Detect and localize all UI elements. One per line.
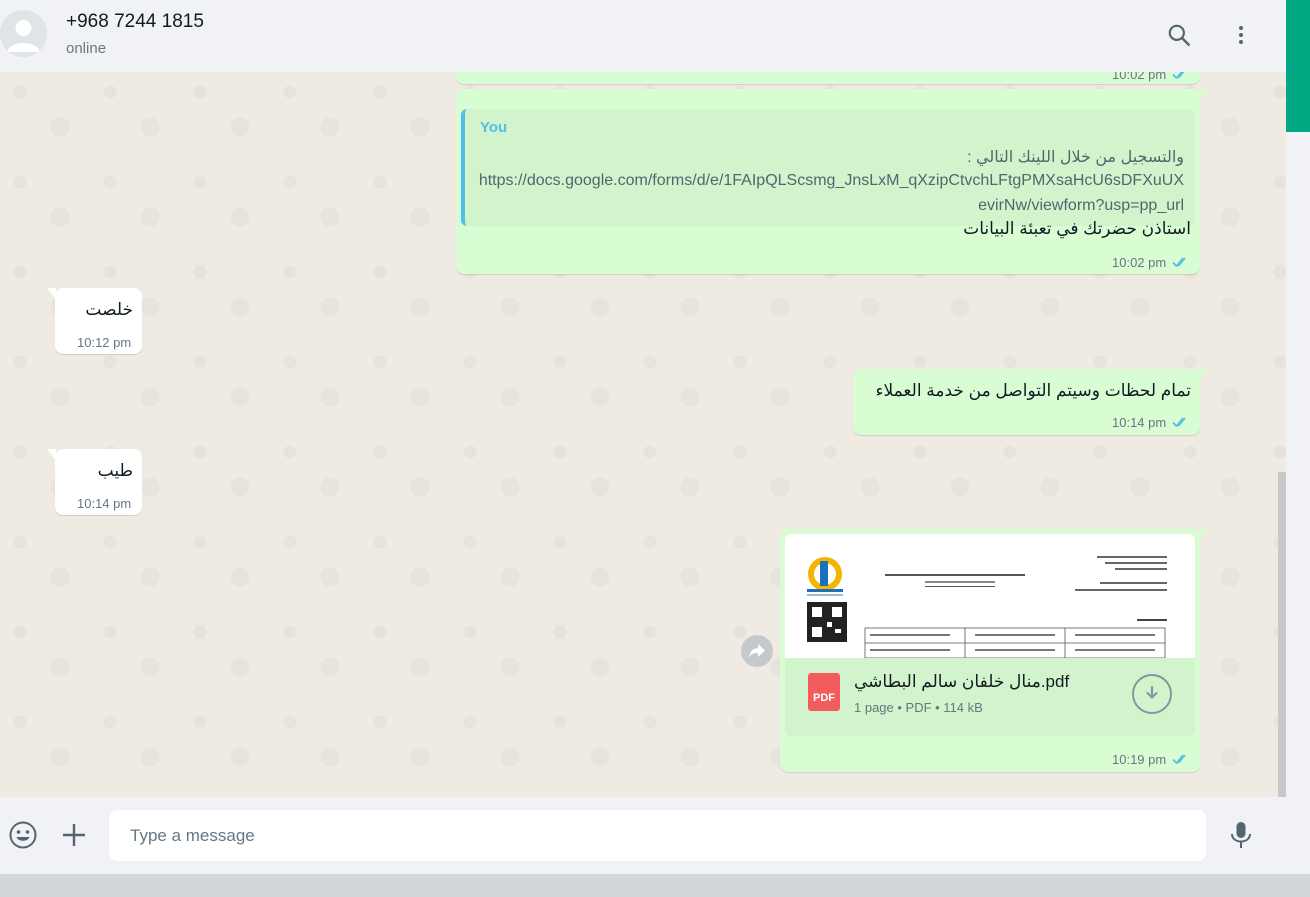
download-arrow-icon — [1146, 685, 1158, 700]
chat-header: +968 7244 1815 online — [0, 0, 1286, 72]
message-time: 10:02 pm — [1112, 72, 1167, 82]
default-avatar-icon — [0, 10, 47, 57]
message-text: خلصت — [85, 300, 133, 319]
document-meta: 1 page • PDF • 114 kB — [854, 700, 983, 715]
scrollbar[interactable] — [1278, 472, 1286, 797]
message-bubble-in[interactable]: خلصت 10:12 pm — [47, 288, 142, 354]
message-bubble-out[interactable]: تمام لحظات وسيتم التواصل من خدمة العملاء… — [853, 369, 1208, 435]
message-time: 10:02 pm — [1112, 255, 1167, 270]
quote-link-line: https://docs.google.com/forms/d/e/1FAIpQ… — [478, 172, 1184, 189]
quote-text-line: والتسجيل من خلال اللينك التالي : — [967, 149, 1184, 166]
document-attachment[interactable]: PDF منال خلفان سالم البطاشي.pdf 1 page •… — [785, 658, 1195, 736]
message-bubble-out[interactable]: PDF منال خلفان سالم البطاشي.pdf 1 page •… — [780, 529, 1208, 772]
message-bubble-out[interactable]: 10:02 pm — [456, 72, 1200, 84]
contact-name[interactable]: +968 7244 1815 — [66, 11, 204, 33]
composer-bar — [0, 797, 1286, 874]
avatar[interactable] — [0, 10, 47, 57]
forward-button[interactable] — [741, 635, 773, 667]
message-text: استاذن حضرتك في تعبئة البيانات — [963, 219, 1191, 238]
document-thumbnail-image — [785, 534, 1195, 658]
pdf-file-icon: PDF — [808, 673, 840, 711]
message-text: طيب — [97, 461, 133, 480]
message-text: تمام لحظات وسيتم التواصل من خدمة العملاء — [875, 381, 1191, 400]
read-ticks-icon — [1172, 72, 1185, 80]
search-icon[interactable] — [1164, 20, 1194, 50]
kebab-menu-icon[interactable] — [1226, 20, 1256, 50]
forward-arrow-icon — [749, 644, 765, 658]
document-preview[interactable] — [785, 534, 1195, 658]
message-bubble-out[interactable]: You والتسجيل من خلال اللينك التالي : htt… — [456, 89, 1208, 274]
message-input[interactable] — [109, 810, 1206, 861]
microphone-icon[interactable] — [1225, 819, 1257, 851]
message-bubble-in[interactable]: طيب 10:14 pm — [47, 449, 142, 515]
read-ticks-icon — [1172, 417, 1186, 428]
download-button[interactable] — [1132, 674, 1172, 714]
quote-link-line: evirNw/viewform?usp=pp_url — [978, 197, 1184, 214]
chat-area[interactable]: 10:02 pm You والتسجيل من خلال اللينك الت… — [0, 72, 1286, 797]
message-time: 10:19 pm — [1112, 752, 1167, 767]
read-ticks-icon — [1172, 257, 1186, 268]
message-time: 10:14 pm — [77, 496, 132, 511]
emoji-icon[interactable] — [7, 819, 39, 851]
message-time: 10:12 pm — [77, 335, 132, 350]
contact-status: online — [66, 40, 107, 57]
read-ticks-icon — [1172, 754, 1186, 765]
accent-strip — [1286, 0, 1310, 132]
quoted-message[interactable]: You والتسجيل من خلال اللينك التالي : htt… — [461, 109, 1194, 226]
quote-author: You — [480, 119, 508, 136]
document-name: منال خلفان سالم البطاشي.pdf — [854, 672, 1070, 691]
right-gutter — [1286, 132, 1310, 874]
message-time: 10:14 pm — [1112, 415, 1167, 430]
plus-icon[interactable] — [58, 819, 90, 851]
